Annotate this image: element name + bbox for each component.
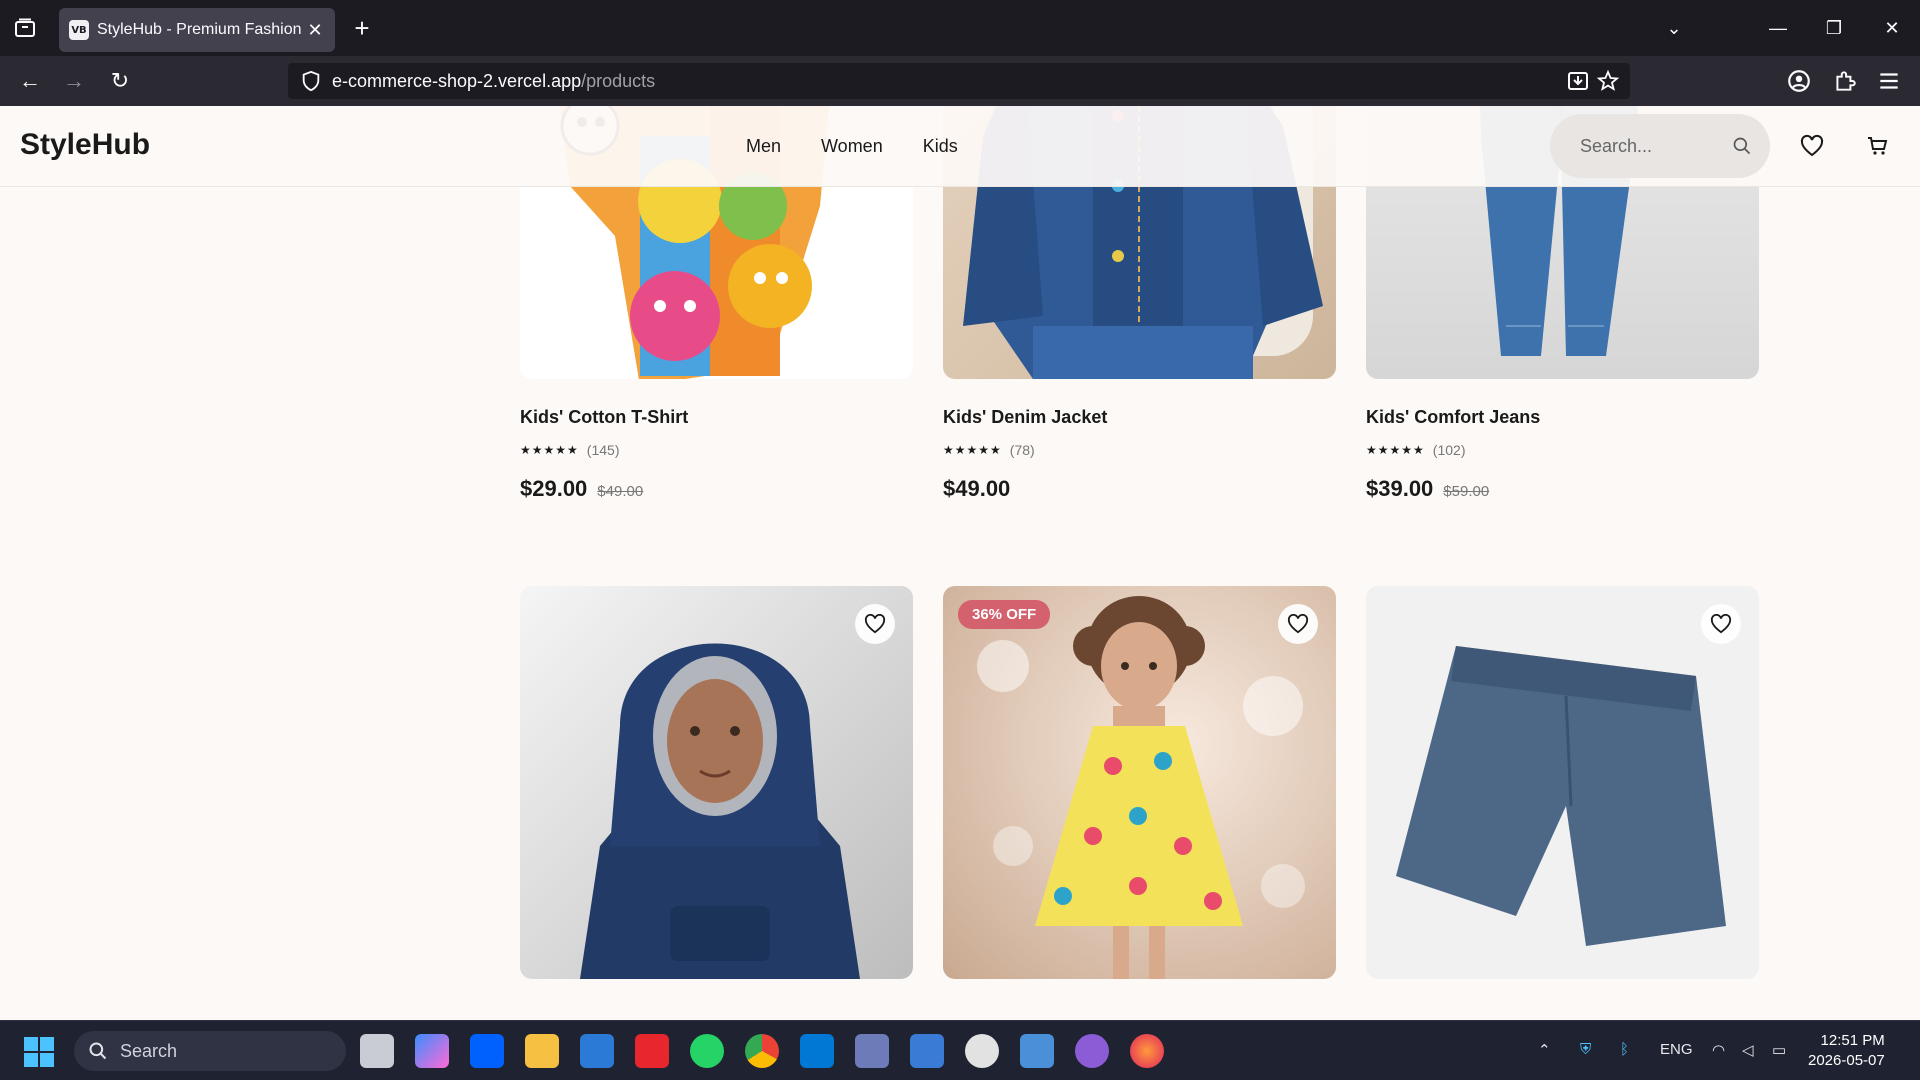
product-name[interactable]: Kids' Denim Jacket (943, 407, 1107, 428)
site-favicon-icon: VB (69, 20, 89, 40)
list-all-tabs-icon[interactable]: ⌄ (1654, 14, 1694, 42)
close-window-icon[interactable]: ✕ (1872, 14, 1912, 42)
vscode-icon[interactable] (800, 1034, 834, 1068)
language-indicator[interactable]: ENG (1660, 1041, 1693, 1058)
forward-arrow-icon[interactable]: → (58, 66, 90, 96)
windows-start-icon[interactable] (24, 1037, 54, 1067)
copilot-icon[interactable] (415, 1034, 449, 1068)
taskbar-search[interactable]: Search (74, 1031, 346, 1071)
browser-tab-active[interactable]: VB StyleHub - Premium Fashion E-c ✕ (59, 8, 335, 52)
defender-icon[interactable]: ⛨ (1580, 1041, 1591, 1058)
review-count: (78) (1009, 442, 1035, 458)
price-row: $39.00 $59.00 (1366, 476, 1489, 502)
account-icon[interactable] (1786, 68, 1812, 94)
reload-icon[interactable]: ↻ (104, 66, 136, 96)
product-image-dress[interactable]: 36% OFF (943, 586, 1336, 979)
rating-stars-icon: ★★★★★ (1366, 443, 1425, 457)
dropbox-icon[interactable] (470, 1034, 504, 1068)
task-view-icon[interactable] (360, 1034, 394, 1068)
product-name[interactable]: Kids' Comfort Jeans (1366, 407, 1540, 428)
github-icon[interactable] (1075, 1034, 1109, 1068)
taskbar-search-label: Search (120, 1040, 178, 1061)
search-icon[interactable] (1732, 136, 1752, 156)
new-tab-button[interactable]: + (348, 14, 376, 42)
search-icon (89, 1042, 107, 1060)
rating-stars-icon: ★★★★★ (520, 443, 579, 457)
search-box[interactable] (1550, 114, 1770, 178)
minimize-window-icon[interactable]: — (1758, 14, 1798, 42)
product-old-price: $59.00 (1443, 483, 1490, 500)
anydesk-icon[interactable] (635, 1034, 669, 1068)
tab-title: StyleHub - Premium Fashion E-c (97, 21, 305, 38)
save-page-icon[interactable] (1566, 69, 1590, 93)
chrome-icon[interactable] (745, 1034, 779, 1068)
tab-close-icon[interactable]: ✕ (305, 20, 325, 41)
wifi-icon[interactable]: ◠ (1712, 1041, 1725, 1059)
price-row: $29.00 $49.00 (520, 476, 643, 502)
wishlist-heart-icon[interactable] (855, 604, 895, 644)
product-rating: ★★★★★ (102) (1366, 442, 1465, 458)
extensions-puzzle-icon[interactable] (1832, 68, 1858, 94)
bookmark-star-icon[interactable] (1596, 69, 1620, 93)
system-clock[interactable]: 12:51 PM 2026-05-07 (1808, 1031, 1885, 1071)
app-icon[interactable] (855, 1034, 889, 1068)
price-row: $49.00 (943, 476, 1020, 502)
product-name[interactable]: Kids' Cotton T-Shirt (520, 407, 688, 428)
review-count: (145) (586, 442, 620, 458)
product-image-hoodie[interactable] (520, 586, 913, 979)
file-explorer-icon[interactable] (525, 1034, 559, 1068)
url-host: e-commerce-shop-2.vercel.app (332, 70, 582, 91)
product-price: $29.00 (520, 476, 588, 501)
wishlist-heart-icon[interactable] (1701, 604, 1741, 644)
tab-overview-icon[interactable] (10, 14, 40, 42)
nav-link-kids[interactable]: Kids (923, 136, 958, 157)
whatsapp-icon[interactable] (690, 1034, 724, 1068)
browser-nav-bar: ← → ↻ e-commerce-shop-2.vercel.app/produ… (0, 56, 1920, 106)
rating-stars-icon: ★★★★★ (943, 443, 1002, 457)
firefox-icon[interactable] (1130, 1034, 1164, 1068)
nav-link-women[interactable]: Women (821, 136, 883, 157)
app-icon[interactable] (910, 1034, 944, 1068)
site-header: StyleHub Men Women Kids (0, 106, 1920, 187)
bluetooth-icon[interactable]: ᛒ (1620, 1041, 1629, 1058)
wishlist-heart-icon[interactable] (1278, 604, 1318, 644)
battery-icon[interactable]: ▭ (1772, 1041, 1786, 1059)
url-path: /products (581, 70, 656, 91)
review-count: (102) (1432, 442, 1466, 458)
site-logo[interactable]: StyleHub (20, 128, 150, 162)
wishlist-icon[interactable] (1800, 134, 1824, 158)
back-arrow-icon[interactable]: ← (14, 66, 46, 96)
web-page: Kids' Cotton T-Shirt ★★★★★ (145) $29.00 … (0, 106, 1920, 1020)
os-taskbar: Search ⌃ ⛨ ᛒ ENG ◠ ◁ ▭ 12:51 PM 2026-05-… (0, 1020, 1920, 1080)
search-input[interactable] (1580, 135, 1732, 157)
product-image-shorts[interactable] (1366, 586, 1759, 979)
browser-tab-bar: VB StyleHub - Premium Fashion E-c ✕ + ⌄ … (0, 0, 1920, 56)
discount-badge: 36% OFF (958, 600, 1051, 629)
product-rating: ★★★★★ (78) (943, 442, 1035, 458)
clock-time: 12:51 PM (1820, 1032, 1885, 1049)
volume-icon[interactable]: ◁ (1742, 1041, 1754, 1059)
main-nav: Men Women Kids (746, 136, 958, 157)
product-price: $39.00 (1366, 476, 1434, 501)
app-menu-icon[interactable] (1876, 68, 1902, 94)
nav-link-men[interactable]: Men (746, 136, 781, 157)
shield-icon (302, 70, 320, 92)
outlook-icon[interactable] (580, 1034, 614, 1068)
product-price: $49.00 (943, 476, 1011, 501)
cart-icon[interactable] (1866, 134, 1890, 158)
clock-date: 2026-05-07 (1808, 1052, 1885, 1069)
product-rating: ★★★★★ (145) (520, 442, 619, 458)
address-bar[interactable]: e-commerce-shop-2.vercel.app/products (288, 63, 1630, 99)
restore-window-icon[interactable]: ❐ (1814, 14, 1854, 42)
app-icon[interactable] (1020, 1034, 1054, 1068)
product-old-price: $49.00 (597, 483, 644, 500)
media-player-icon[interactable] (965, 1034, 999, 1068)
show-hidden-icons-icon[interactable]: ⌃ (1538, 1041, 1551, 1059)
